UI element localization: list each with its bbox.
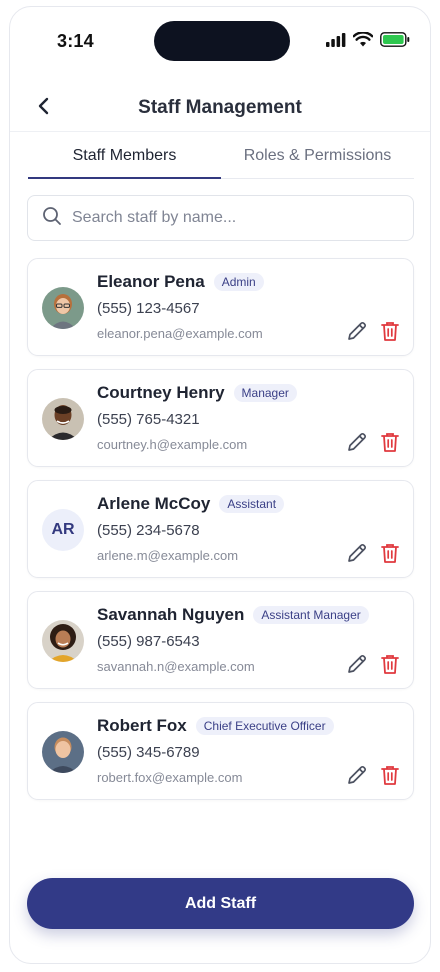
tab-bar: Staff Members Roles & Permissions xyxy=(28,135,414,179)
staff-email: courtney.h@example.com xyxy=(97,437,248,452)
staff-card[interactable]: Savannah Nguyen Assistant Manager (555) … xyxy=(27,591,414,689)
search-input[interactable] xyxy=(72,209,382,227)
battery-icon xyxy=(380,32,410,52)
name-row: Arlene McCoy Assistant xyxy=(97,494,285,514)
delete-button[interactable] xyxy=(379,542,401,564)
role-badge: Assistant xyxy=(219,495,285,513)
edit-button[interactable] xyxy=(346,431,368,453)
role-badge: Manager xyxy=(233,384,297,402)
trash-icon xyxy=(381,322,399,341)
staff-phone: (555) 765-4321 xyxy=(97,411,200,428)
pencil-icon xyxy=(348,765,367,784)
pencil-icon xyxy=(348,321,367,340)
staff-email: robert.fox@example.com xyxy=(97,770,243,785)
role-badge: Admin xyxy=(213,273,264,291)
name-row: Savannah Nguyen Assistant Manager xyxy=(97,605,369,625)
staff-phone: (555) 234-5678 xyxy=(97,522,200,539)
name-row: Courtney Henry Manager xyxy=(97,383,297,403)
card-actions xyxy=(346,542,401,564)
staff-name: Courtney Henry xyxy=(97,383,225,402)
trash-icon xyxy=(381,766,399,785)
card-actions xyxy=(346,431,401,453)
staff-card[interactable]: AR Arlene McCoy Assistant (555) 234-5678… xyxy=(27,480,414,578)
trash-icon xyxy=(381,655,399,674)
staff-email: savannah.n@example.com xyxy=(97,659,255,674)
delete-button[interactable] xyxy=(379,653,401,675)
top-app-bar: Staff Management xyxy=(10,79,430,137)
role-badge: Chief Executive Officer xyxy=(195,717,334,735)
staff-email: eleanor.pena@example.com xyxy=(97,326,263,341)
edit-button[interactable] xyxy=(346,764,368,786)
staff-name: Eleanor Pena xyxy=(97,272,205,291)
trash-icon xyxy=(381,433,399,452)
search-box[interactable] xyxy=(27,195,414,241)
app-screen: 3:14 Staff Management Staff Members Role… xyxy=(9,6,431,964)
signal-icon xyxy=(326,32,346,52)
status-bar: 3:14 xyxy=(10,7,430,73)
wifi-icon xyxy=(352,31,374,52)
avatar xyxy=(42,620,84,662)
edit-button[interactable] xyxy=(346,653,368,675)
avatar xyxy=(42,731,84,773)
status-time: 3:14 xyxy=(57,31,94,51)
name-row: Eleanor Pena Admin xyxy=(97,272,264,292)
dynamic-island xyxy=(154,21,290,61)
edit-button[interactable] xyxy=(346,320,368,342)
staff-phone: (555) 987-6543 xyxy=(97,633,200,650)
card-actions xyxy=(346,320,401,342)
name-row: Robert Fox Chief Executive Officer xyxy=(97,716,334,736)
card-actions xyxy=(346,764,401,786)
staff-list: Eleanor Pena Admin (555) 123-4567 eleano… xyxy=(27,258,414,813)
card-actions xyxy=(346,653,401,675)
staff-card[interactable]: Courtney Henry Manager (555) 765-4321 co… xyxy=(27,369,414,467)
avatar-initials: AR xyxy=(42,509,84,551)
header-divider xyxy=(10,131,430,132)
edit-button[interactable] xyxy=(346,542,368,564)
add-staff-button[interactable]: Add Staff xyxy=(27,878,414,929)
staff-name: Robert Fox xyxy=(97,716,187,735)
status-icons xyxy=(326,31,410,52)
avatar xyxy=(42,398,84,440)
staff-card[interactable]: Eleanor Pena Admin (555) 123-4567 eleano… xyxy=(27,258,414,356)
delete-button[interactable] xyxy=(379,320,401,342)
search-icon xyxy=(42,206,62,231)
staff-phone: (555) 123-4567 xyxy=(97,300,200,317)
pencil-icon xyxy=(348,432,367,451)
tab-roles-permissions[interactable]: Roles & Permissions xyxy=(221,135,414,178)
avatar xyxy=(42,287,84,329)
page-title: Staff Management xyxy=(138,97,302,118)
delete-button[interactable] xyxy=(379,764,401,786)
staff-phone: (555) 345-6789 xyxy=(97,744,200,761)
trash-icon xyxy=(381,544,399,563)
role-badge: Assistant Manager xyxy=(253,606,369,624)
pencil-icon xyxy=(348,654,367,673)
tab-staff-members[interactable]: Staff Members xyxy=(28,135,221,179)
staff-email: arlene.m@example.com xyxy=(97,548,239,563)
delete-button[interactable] xyxy=(379,431,401,453)
staff-name: Arlene McCoy xyxy=(97,494,211,513)
pencil-icon xyxy=(348,543,367,562)
staff-card[interactable]: Robert Fox Chief Executive Officer (555)… xyxy=(27,702,414,800)
staff-name: Savannah Nguyen xyxy=(97,605,245,624)
